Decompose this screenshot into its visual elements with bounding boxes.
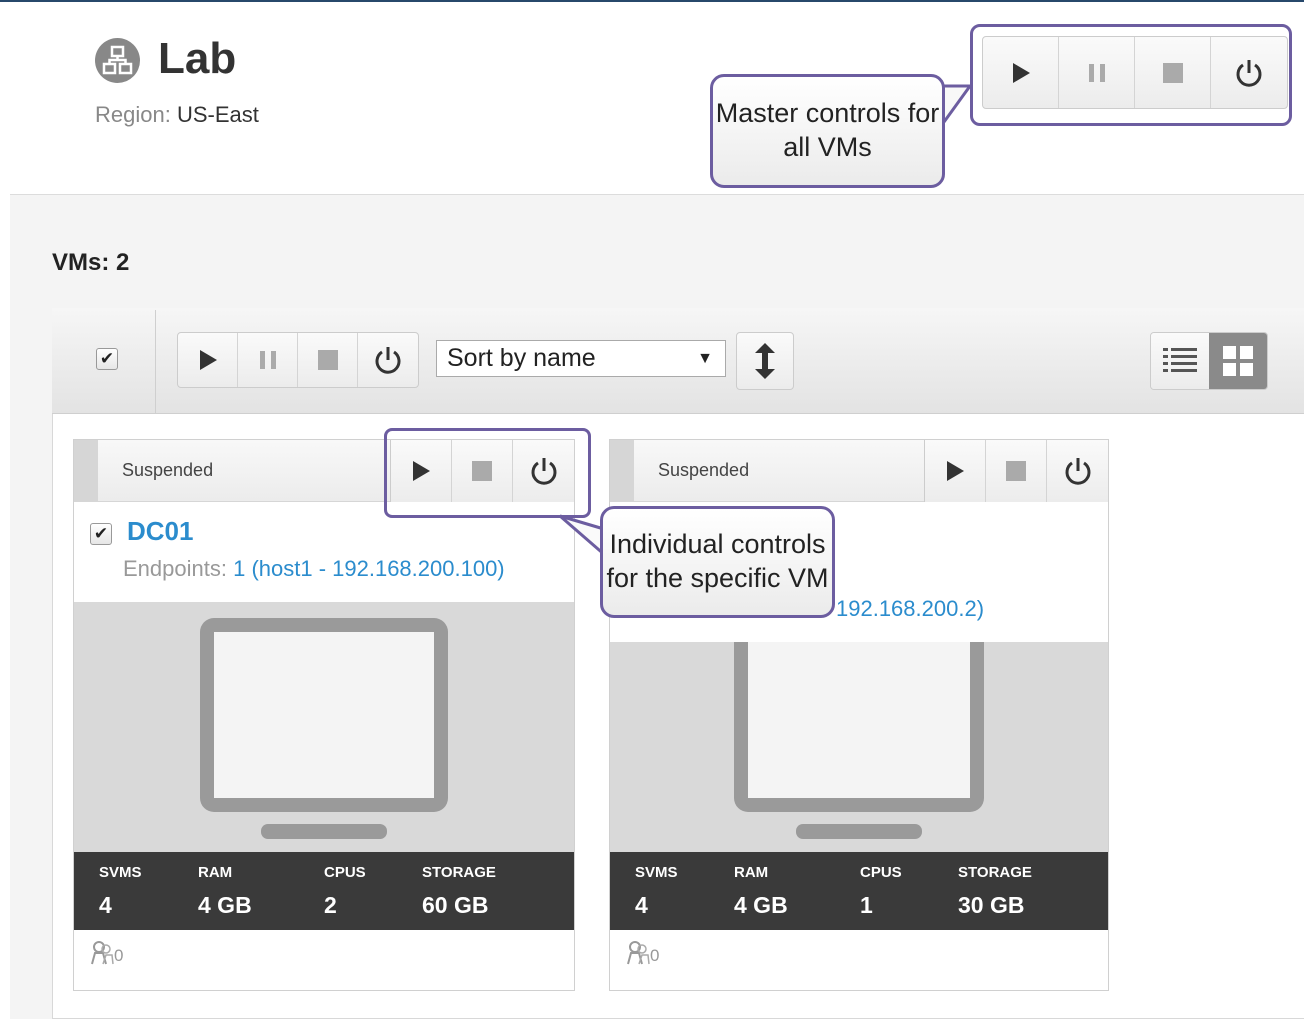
vm-controls-callout: Individual controls for the specific VM [600,506,835,618]
vm-endpoints: 192.168.200.2) [836,596,984,622]
page-title: Lab [158,34,237,83]
users-icon [91,941,114,965]
power-icon [375,347,401,374]
select-all-checkbox[interactable]: ✔ [96,348,118,370]
vm-screen[interactable] [610,642,1108,852]
toolbar-pause-button[interactable] [238,333,298,387]
vm-footer: 0 [90,940,123,966]
region-label: Region: [95,102,171,127]
endpoints-label: Endpoints: [123,556,227,581]
vm-card: Suspended ✔ DC01 Endpoints: 1 (host1 - 1… [73,439,575,991]
vm-endpoints: Endpoints: 1 (host1 - 192.168.200.100) [123,556,505,582]
power-icon [1065,458,1090,485]
vm-play-button[interactable] [925,440,986,502]
toolbar-controls [177,332,419,388]
endpoints-value[interactable]: 192.168.200.2) [836,596,984,621]
toolbar-play-button[interactable] [178,333,238,387]
sort-direction-button[interactable] [736,332,794,390]
vms-count: VMs: 2 [52,249,130,276]
stat-key: STORAGE [958,864,1032,881]
stat-value: 4 [635,892,648,918]
vm-controls [924,440,1108,502]
toolbar-stop-button[interactable] [298,333,358,387]
footer-count: 0 [650,946,660,965]
stat-key: CPUS [324,864,366,881]
monitor-icon [734,642,984,839]
stat-key: CPUS [860,864,902,881]
users-icon [627,941,650,965]
sort-select[interactable]: Sort by name ▼ [436,340,726,377]
footer-count: 0 [114,946,124,965]
stat-value: 4 GB [198,892,252,918]
play-icon [947,461,964,481]
vm-stats: SVMS 4 RAM 4 GB CPUS 2 STORAGE 60 GB [74,852,574,930]
list-view-button[interactable] [1151,333,1209,389]
stat-value: 30 GB [958,892,1025,918]
stat-value: 60 GB [422,892,489,918]
region-value: US-East [176,102,259,127]
status-accent [610,440,634,502]
status-accent [74,440,98,502]
stat-key: RAM [734,864,769,881]
stat-value: 4 GB [734,892,788,918]
vm-controls-highlight [384,428,591,518]
vm-stop-button[interactable] [986,440,1047,502]
grid-view-icon [1223,346,1253,376]
stat-value: 4 [99,892,112,918]
vm-name[interactable]: DC01 [127,516,193,547]
endpoints-value[interactable]: 1 (host1 - 192.168.200.100) [233,556,505,581]
dropdown-arrow-icon: ▼ [697,350,713,367]
stat-value: 2 [324,892,337,918]
vm-screen[interactable] [74,602,574,852]
vm-power-button[interactable] [1047,440,1108,502]
vm-checkbox[interactable]: ✔ [90,523,112,545]
sort-select-value: Sort by name [447,344,596,372]
vm-status: Suspended [122,460,214,480]
vm-stats: SVMS 4 RAM 4 GB CPUS 1 STORAGE 30 GB [610,852,1108,930]
vm-status: Suspended [658,460,750,480]
region-info: Region: US-East [95,102,259,128]
toolbar-power-button[interactable] [358,333,418,387]
stat-value: 1 [860,892,873,918]
stat-key: RAM [198,864,233,881]
vm-footer: 0 [626,940,659,966]
toolbar-divider [155,310,156,414]
master-controls-highlight [970,24,1292,126]
play-icon [199,350,217,370]
list-view-icon [1163,348,1197,372]
view-toggle [1150,332,1268,390]
master-controls-callout: Master controls for all VMs [710,74,945,188]
stat-key: SVMS [99,864,142,881]
monitor-icon [200,618,448,839]
sort-updown-icon [755,343,775,379]
grid-view-button[interactable] [1209,333,1267,389]
stat-key: SVMS [635,864,678,881]
stop-icon [317,350,338,370]
stop-icon [1006,461,1026,481]
pause-icon [259,351,276,369]
stat-key: STORAGE [422,864,496,881]
network-icon [95,38,140,83]
